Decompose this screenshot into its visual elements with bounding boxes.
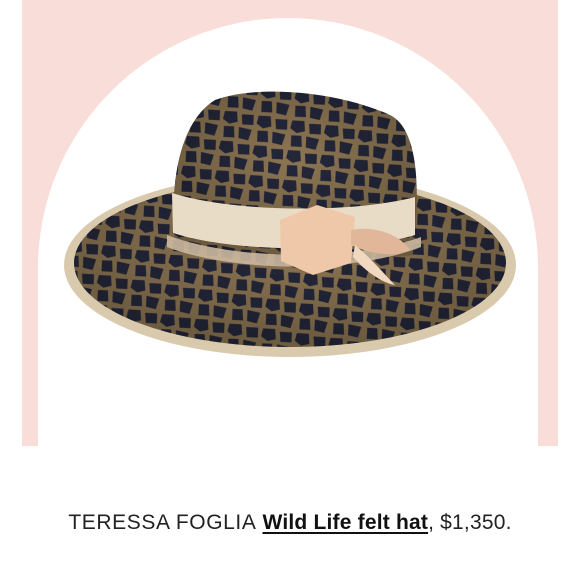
product-image xyxy=(55,85,525,385)
product-caption: TERESSA FOGLIA Wild Life felt hat, $1,35… xyxy=(0,511,580,535)
hat-bow xyxy=(280,205,355,275)
hat-photo xyxy=(64,91,516,357)
product-price: $1,350. xyxy=(440,511,512,534)
caption-comma: , xyxy=(428,511,441,534)
product-link[interactable]: Wild Life felt hat xyxy=(263,511,429,534)
brand-name: TERESSA FOGLIA xyxy=(68,511,257,534)
